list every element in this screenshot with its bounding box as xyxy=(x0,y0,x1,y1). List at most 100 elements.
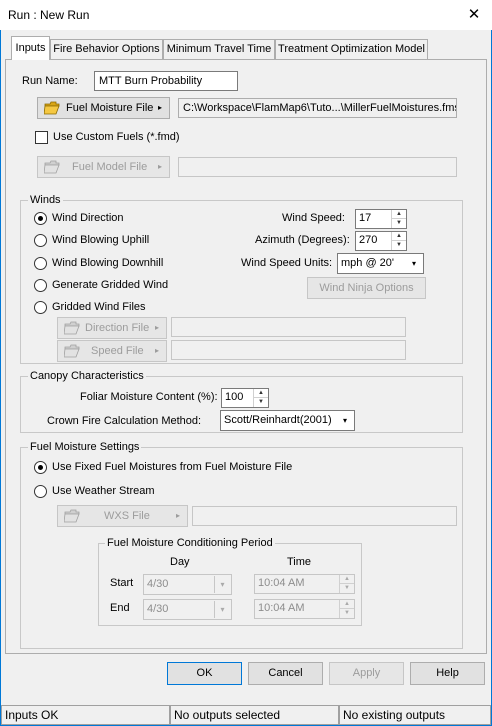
spin-up-icon[interactable]: ▲ xyxy=(340,575,354,584)
crown-fire-method-value: Scott/Reinhardt(2001) xyxy=(224,414,332,426)
direction-file-button[interactable]: Direction File ▸ xyxy=(57,317,167,339)
folder-open-icon xyxy=(44,160,60,174)
start-day-select[interactable]: 4/30 ▾ xyxy=(143,574,232,595)
wxs-file-label: WXS File xyxy=(104,510,150,522)
azimuth-value: 270 xyxy=(359,234,378,246)
end-label: End xyxy=(110,602,130,614)
tab-treatment-optimization-model[interactable]: Treatment Optimization Model xyxy=(275,39,428,59)
direction-file-label: Direction File xyxy=(85,322,150,334)
azimuth-spinner[interactable]: 270 ▲ ▼ xyxy=(355,231,407,251)
wind-speed-units-label: Wind Speed Units: xyxy=(241,257,333,269)
end-time-spinner[interactable]: 10:04 AM ▲ ▼ xyxy=(254,599,355,619)
folder-open-icon xyxy=(64,344,80,358)
generate-gridded-wind-label: Generate Gridded Wind xyxy=(52,279,169,291)
fuel-model-file-label: Fuel Model File xyxy=(72,161,148,173)
window-title: Run : New Run xyxy=(8,8,90,22)
status-inputs: Inputs OK xyxy=(1,705,170,725)
chevron-down-icon: ▾ xyxy=(342,416,347,425)
spin-down-icon[interactable]: ▼ xyxy=(392,241,406,250)
spin-down-icon[interactable]: ▼ xyxy=(254,398,268,407)
fuel-moisture-file-button[interactable]: Fuel Moisture File ▸ xyxy=(37,97,170,119)
fixed-fuel-moistures-label: Use Fixed Fuel Moistures from Fuel Moist… xyxy=(52,461,293,473)
dropdown-arrow-icon: ▸ xyxy=(154,323,159,332)
foliar-moisture-spinner[interactable]: 100 ▲ ▼ xyxy=(221,388,269,408)
spin-up-icon[interactable]: ▲ xyxy=(392,232,406,241)
wind-downhill-label: Wind Blowing Downhill xyxy=(52,257,164,269)
gridded-wind-files-label: Gridded Wind Files xyxy=(52,301,146,313)
fuel-moisture-settings-title: Fuel Moisture Settings xyxy=(28,441,142,453)
spin-down-icon[interactable]: ▼ xyxy=(340,609,354,618)
dropdown-arrow-icon: ▸ xyxy=(157,103,162,112)
spin-down-icon[interactable]: ▼ xyxy=(392,219,406,228)
folder-open-icon xyxy=(64,321,80,335)
dropdown-arrow-icon: ▸ xyxy=(154,346,159,355)
fuel-moisture-path-field[interactable]: C:\Workspace\FlamMap6\Tuto...\MillerFuel… xyxy=(178,98,457,118)
end-time-value: 10:04 AM xyxy=(258,602,305,614)
tab-minimum-travel-time[interactable]: Minimum Travel Time xyxy=(163,39,275,59)
spin-up-icon[interactable]: ▲ xyxy=(340,600,354,609)
day-column-header: Day xyxy=(170,556,190,568)
radio-wind-downhill[interactable] xyxy=(34,257,47,270)
start-time-spinner[interactable]: 10:04 AM ▲ ▼ xyxy=(254,574,355,594)
folder-open-icon xyxy=(64,509,80,523)
title-bar: Run : New Run ✕ xyxy=(0,0,492,30)
chevron-down-icon: ▾ xyxy=(411,259,416,268)
custom-fuels-label: Use Custom Fuels (*.fmd) xyxy=(53,131,180,143)
direction-file-path-field[interactable] xyxy=(171,317,406,337)
start-day-value: 4/30 xyxy=(147,578,169,590)
start-time-value: 10:04 AM xyxy=(258,577,305,589)
spin-up-icon[interactable]: ▲ xyxy=(392,210,406,219)
radio-wind-uphill[interactable] xyxy=(34,234,47,247)
help-button[interactable]: Help xyxy=(410,662,485,685)
tab-fire-behavior-options[interactable]: Fire Behavior Options xyxy=(50,39,163,59)
wind-speed-spinner[interactable]: 17 ▲ ▼ xyxy=(355,209,407,229)
radio-fixed-fuel-moistures[interactable] xyxy=(34,461,47,474)
fuel-model-file-button[interactable]: Fuel Model File ▸ xyxy=(37,156,170,178)
conditioning-period-title: Fuel Moisture Conditioning Period xyxy=(105,537,275,549)
cancel-button[interactable]: Cancel xyxy=(248,662,323,685)
speed-file-button[interactable]: Speed File ▸ xyxy=(57,340,167,362)
ok-button[interactable]: OK xyxy=(167,662,242,685)
status-existing-outputs: No existing outputs xyxy=(339,705,491,725)
speed-file-label: Speed File xyxy=(91,345,144,357)
fuel-moisture-file-label: Fuel Moisture File xyxy=(66,102,154,114)
chevron-down-icon: ▾ xyxy=(214,601,230,618)
wind-direction-label: Wind Direction xyxy=(52,212,124,224)
run-name-input[interactable]: MTT Burn Probability xyxy=(94,71,238,91)
dropdown-arrow-icon: ▸ xyxy=(157,162,162,171)
spin-down-icon[interactable]: ▼ xyxy=(340,584,354,593)
close-icon[interactable]: ✕ xyxy=(462,4,486,26)
wind-speed-label: Wind Speed: xyxy=(282,212,345,224)
custom-fuels-checkbox[interactable] xyxy=(35,131,48,144)
time-column-header: Time xyxy=(287,556,312,568)
radio-gridded-wind-files[interactable] xyxy=(34,301,47,314)
start-label: Start xyxy=(110,577,134,589)
dropdown-arrow-icon: ▸ xyxy=(175,511,180,520)
wind-speed-units-value: mph @ 20' xyxy=(341,257,395,269)
end-day-select[interactable]: 4/30 ▾ xyxy=(143,599,232,620)
radio-weather-stream[interactable] xyxy=(34,485,47,498)
winds-group-title: Winds xyxy=(28,194,63,206)
run-name-label: Run Name: xyxy=(22,75,78,87)
spin-up-icon[interactable]: ▲ xyxy=(254,389,268,398)
tab-inputs[interactable]: Inputs xyxy=(11,36,50,60)
wxs-file-path-field[interactable] xyxy=(192,506,457,526)
wind-ninja-options-button[interactable]: Wind Ninja Options xyxy=(307,277,426,299)
apply-button[interactable]: Apply xyxy=(329,662,404,685)
weather-stream-label: Use Weather Stream xyxy=(52,485,155,497)
folder-open-icon xyxy=(44,101,60,115)
crown-fire-method-select[interactable]: Scott/Reinhardt(2001) ▾ xyxy=(220,410,355,431)
radio-generate-gridded-wind[interactable] xyxy=(34,279,47,292)
speed-file-path-field[interactable] xyxy=(171,340,406,360)
azimuth-label: Azimuth (Degrees): xyxy=(255,234,350,246)
chevron-down-icon: ▾ xyxy=(214,576,230,593)
status-outputs: No outputs selected xyxy=(170,705,339,725)
wxs-file-button[interactable]: WXS File ▸ xyxy=(57,505,188,527)
fuel-model-path-field[interactable] xyxy=(178,157,457,177)
wind-speed-units-select[interactable]: mph @ 20' ▾ xyxy=(337,253,424,274)
foliar-moisture-value: 100 xyxy=(225,391,244,403)
crown-fire-method-label: Crown Fire Calculation Method: xyxy=(47,415,202,427)
end-day-value: 4/30 xyxy=(147,603,169,615)
radio-wind-direction[interactable] xyxy=(34,212,47,225)
wind-speed-value: 17 xyxy=(359,212,372,224)
